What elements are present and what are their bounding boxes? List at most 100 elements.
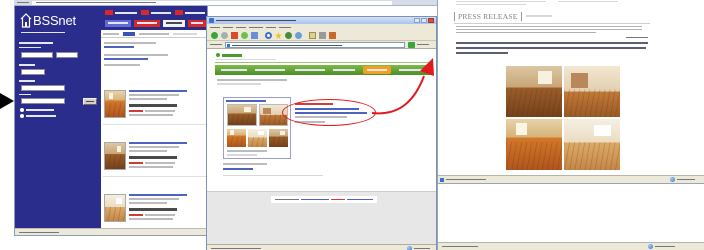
header-link-button[interactable] (105, 10, 113, 15)
heading-subtitle (526, 15, 552, 17)
mail-icon[interactable] (309, 32, 316, 39)
home-icon[interactable] (251, 32, 258, 39)
minimize-button[interactable] (414, 18, 420, 23)
footer-link[interactable] (347, 199, 373, 200)
text-line (217, 83, 261, 85)
text-line (104, 54, 168, 56)
member-button[interactable] (105, 20, 131, 27)
status-bar (438, 242, 704, 250)
header-link-text[interactable] (115, 12, 137, 14)
header-link-text[interactable] (151, 12, 171, 14)
menu-item[interactable] (236, 27, 246, 28)
close-button[interactable] (428, 18, 434, 23)
keyword-input[interactable] (21, 85, 65, 91)
text-line (129, 218, 173, 220)
listing-thumbnail[interactable] (104, 142, 126, 170)
favorites-star-icon[interactable] (275, 32, 282, 39)
result-photo[interactable] (227, 129, 246, 147)
window-title (216, 20, 296, 21)
button-label (166, 22, 182, 24)
result-photo[interactable] (227, 104, 257, 126)
link-text[interactable] (104, 58, 148, 60)
price-label (129, 110, 143, 112)
print-icon[interactable] (319, 32, 326, 39)
nav-tab[interactable] (399, 69, 425, 71)
link-text[interactable] (104, 46, 134, 48)
form-label (19, 94, 31, 95)
result-card[interactable] (223, 97, 291, 159)
text-line (456, 26, 642, 27)
text-line (129, 198, 179, 200)
text-line (227, 150, 267, 152)
price-input[interactable] (21, 98, 65, 104)
price-label (129, 162, 143, 164)
type-select[interactable] (21, 69, 45, 75)
stop-icon[interactable] (231, 32, 238, 39)
radio-option[interactable] (20, 108, 24, 112)
listing-title-link[interactable] (129, 90, 187, 92)
text-line (145, 110, 175, 112)
text-line (456, 32, 596, 33)
history-icon[interactable] (295, 32, 302, 39)
radio-option[interactable] (20, 114, 24, 118)
menu-item[interactable] (210, 27, 220, 28)
text-line (223, 175, 323, 176)
city-select[interactable] (56, 52, 78, 58)
go-button[interactable] (408, 42, 415, 48)
listing-thumbnail[interactable] (104, 194, 126, 222)
back-icon[interactable] (211, 32, 218, 39)
divider (215, 62, 433, 63)
area-select[interactable] (21, 52, 53, 58)
header-link-button[interactable] (175, 10, 183, 15)
maximize-button[interactable] (421, 18, 427, 23)
nav-tab[interactable] (295, 69, 325, 71)
result-photo[interactable] (248, 129, 267, 147)
header-buttons (101, 6, 207, 30)
zone-text (414, 248, 430, 249)
menu-bar (207, 24, 436, 31)
site-logo[interactable]: BSSnet (33, 14, 76, 28)
nav-tab[interactable] (255, 69, 285, 71)
listing-thumbnail[interactable] (104, 90, 126, 118)
header-link-button[interactable] (141, 10, 149, 15)
url-field[interactable] (225, 42, 405, 48)
footer-link[interactable] (301, 199, 329, 200)
logo-tagline (21, 32, 65, 33)
search-button[interactable] (83, 98, 97, 105)
media-icon[interactable] (285, 32, 292, 39)
menu-item[interactable] (266, 27, 276, 28)
room-photo (506, 119, 562, 170)
button-label (137, 22, 157, 24)
new-bullet-icon (216, 53, 220, 57)
status-bar (438, 175, 704, 183)
release-headline (456, 42, 648, 44)
login-button[interactable] (163, 20, 185, 27)
search-icon[interactable] (265, 32, 272, 39)
result-photo[interactable] (269, 129, 288, 147)
address-bar (207, 41, 436, 49)
status-bar (15, 228, 207, 235)
nav-tab[interactable] (221, 69, 247, 71)
menu-item[interactable] (279, 27, 291, 28)
menu-item[interactable] (249, 27, 263, 28)
edit-icon[interactable] (329, 32, 336, 39)
listing-title-link[interactable] (129, 142, 187, 144)
footer-link[interactable] (331, 199, 345, 200)
nav-tab-active[interactable] (363, 66, 391, 74)
breadcrumb-tag[interactable] (123, 32, 135, 36)
register-button[interactable] (134, 20, 160, 27)
breadcrumb-text[interactable] (103, 33, 119, 35)
link-text[interactable] (223, 168, 253, 170)
nav-tab[interactable] (333, 69, 355, 71)
menu-item[interactable] (223, 27, 233, 28)
card-title[interactable] (226, 100, 266, 102)
form-label (19, 47, 41, 48)
refresh-icon[interactable] (241, 32, 248, 39)
text-line (558, 1, 618, 2)
logout-button[interactable] (188, 20, 206, 27)
press-release-window: PRESS RELEASE (437, 0, 704, 184)
listing-title-link[interactable] (129, 194, 187, 196)
forward-icon[interactable] (221, 32, 228, 39)
header-link-text[interactable] (185, 12, 205, 14)
text-line (129, 114, 173, 116)
